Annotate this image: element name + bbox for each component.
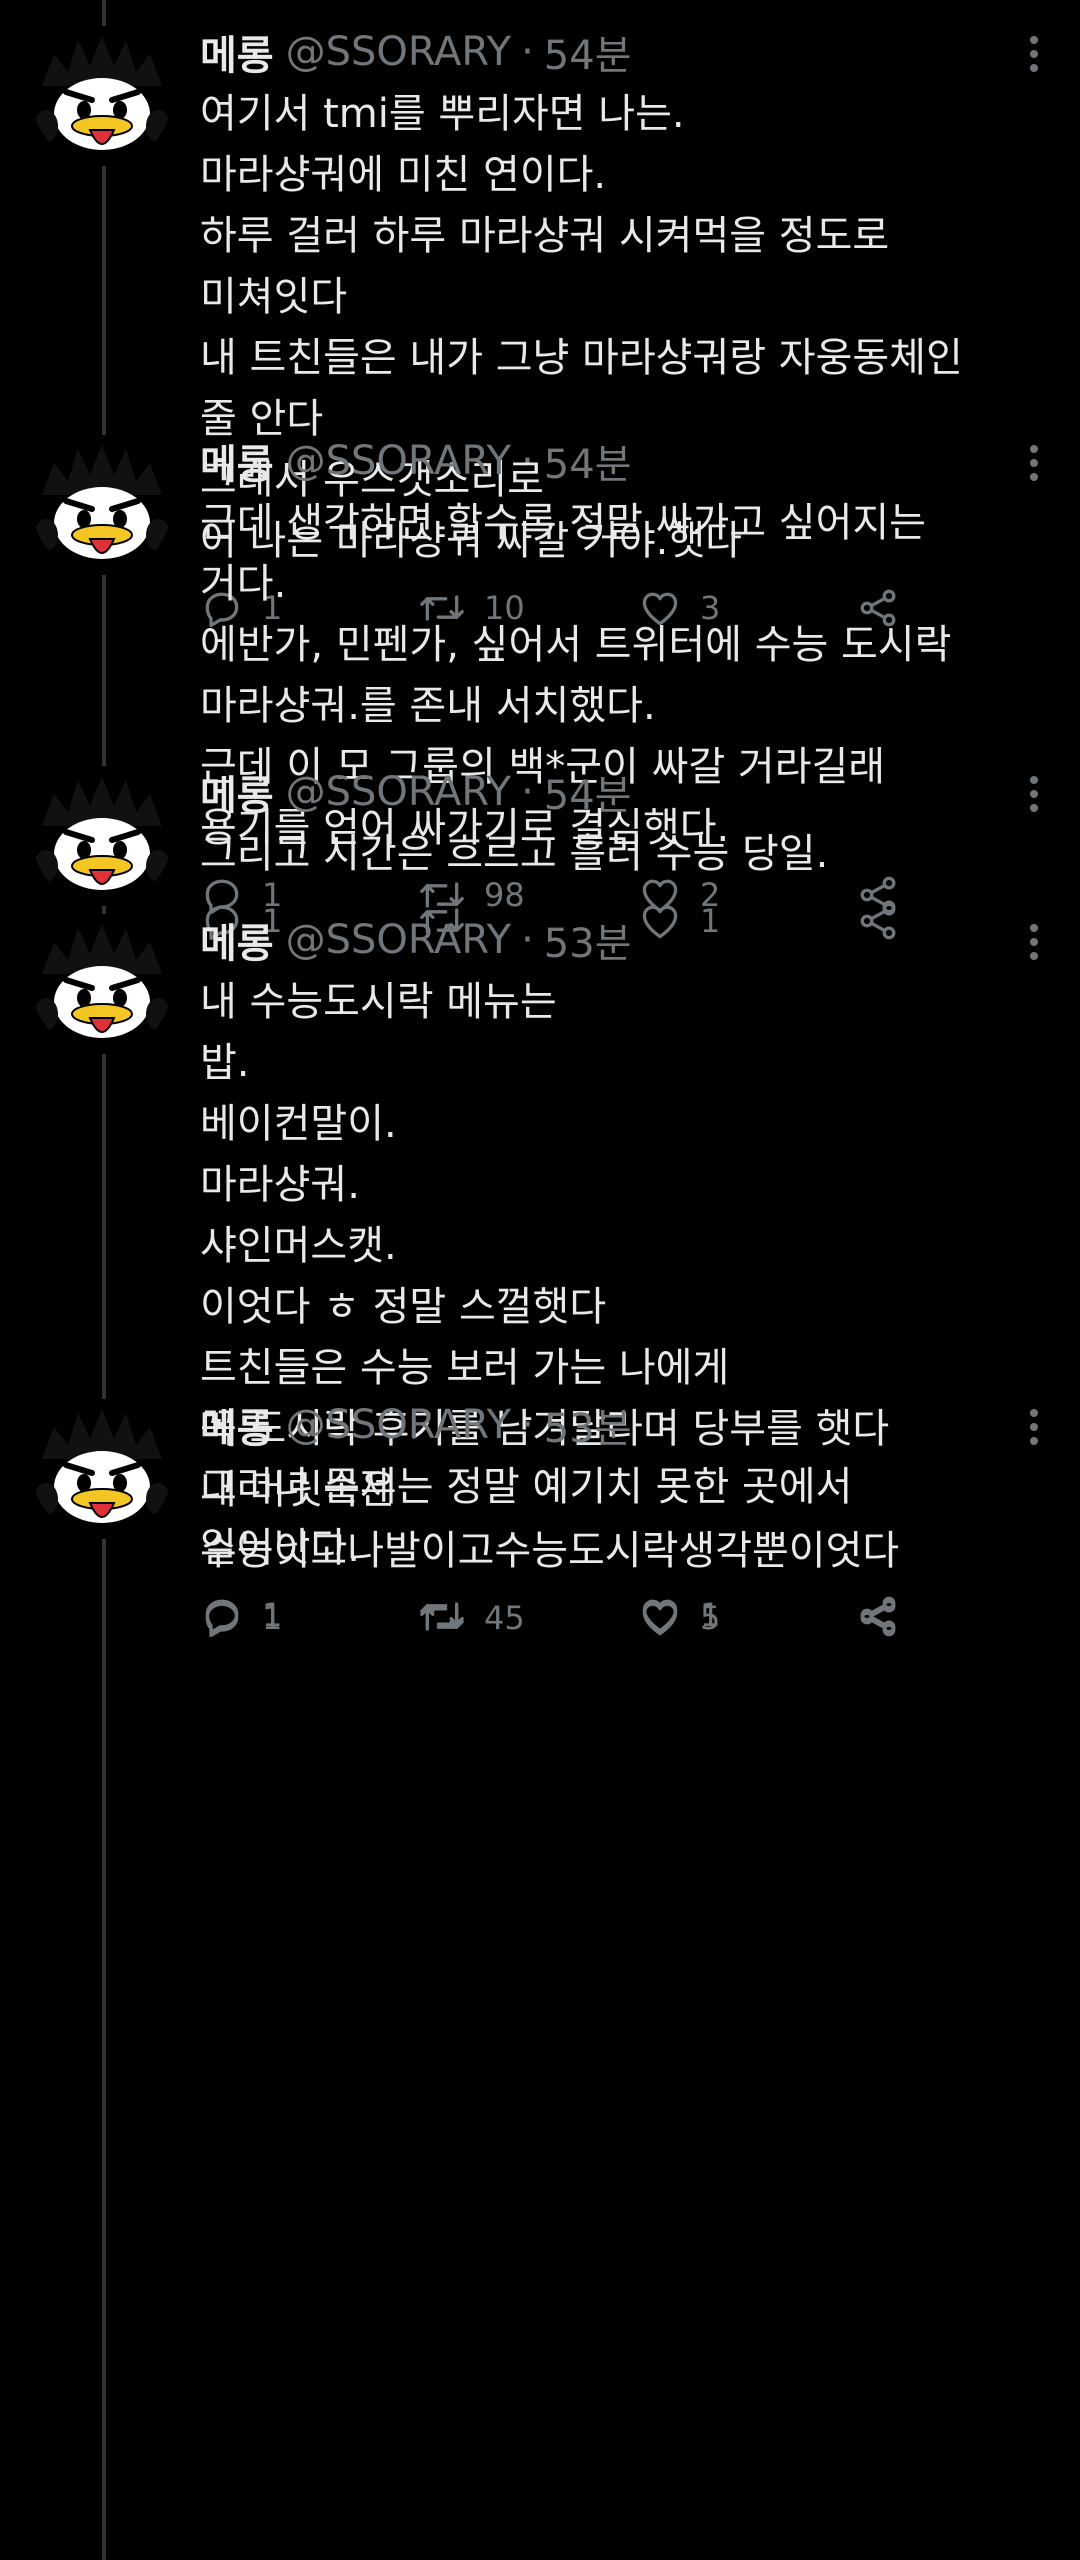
separator-dot: · xyxy=(521,769,534,815)
tweet-actions: 1 1 xyxy=(200,1585,920,1645)
tweet-text-line: 내 트친들은 내가 그냥 마라샹궈랑 자웅동체인 xyxy=(200,335,963,381)
timestamp[interactable]: 53분 xyxy=(544,1396,632,1454)
tweet-text-line: 그러나 문제는 정말 예기치 못한 곳에서 xyxy=(200,1464,853,1510)
like-count: 1 xyxy=(700,902,721,940)
tweet-text-line: 미쳐잇다 xyxy=(200,274,348,320)
separator-dot: · xyxy=(521,1402,534,1448)
timestamp[interactable]: 53분 xyxy=(544,911,632,969)
display-name[interactable]: 메롱 xyxy=(200,1396,274,1454)
retweet-button[interactable] xyxy=(418,1585,484,1645)
more-options-icon[interactable] xyxy=(1028,445,1040,489)
tweet-text-line: 일어낫다. xyxy=(200,1525,360,1571)
separator-dot: · xyxy=(521,29,534,75)
share-button[interactable] xyxy=(856,1585,900,1645)
badtz-maru-avatar-icon xyxy=(32,1399,172,1539)
tweet-header: 메롱 @SSORARY · 54분 xyxy=(200,762,632,822)
display-name[interactable]: 메롱 xyxy=(200,432,274,490)
display-name[interactable]: 메롱 xyxy=(200,911,274,969)
tweet-text-line: 그리고 시간은 흐르고 흘러 수능 당일. xyxy=(200,831,829,877)
tweet-text-line: 마라샹궈.를 존내 서치했다. xyxy=(200,683,656,729)
tweet-text-line: 베이컨말이. xyxy=(200,1101,397,1147)
badtz-maru-avatar-icon xyxy=(32,914,172,1054)
more-options-icon[interactable] xyxy=(1028,1409,1040,1453)
timestamp[interactable]: 54분 xyxy=(544,23,632,81)
thread-line xyxy=(102,0,106,2560)
share-icon xyxy=(860,1596,896,1634)
tweet-text-line: 트친들은 수능 보러 가는 나에게 xyxy=(200,1345,730,1391)
tweet-text-line: 거다. xyxy=(200,561,287,607)
tweet-text-line: 마라샹궈. xyxy=(200,1162,360,1208)
avatar[interactable] xyxy=(32,435,172,575)
tweet-text: 그리고 시간은 흐르고 흘러 수능 당일. xyxy=(200,824,1060,885)
more-options-icon[interactable] xyxy=(1028,776,1040,820)
tweet-header: 메롱 @SSORARY · 54분 xyxy=(200,22,632,82)
like-count: 1 xyxy=(700,1596,721,1634)
username[interactable]: @SSORARY xyxy=(286,438,511,484)
tweet-header: 메롱 @SSORARY · 54분 xyxy=(200,431,632,491)
timestamp[interactable]: 54분 xyxy=(544,432,632,490)
share-button[interactable] xyxy=(856,891,900,951)
display-name[interactable]: 메롱 xyxy=(200,763,274,821)
tweet-text-line: 이엇다 ㅎ 정말 스껄햇다 xyxy=(200,1284,607,1330)
avatar[interactable] xyxy=(32,914,172,1054)
tweet-header: 메롱 @SSORARY · 53분 xyxy=(200,1395,632,1455)
reply-icon xyxy=(205,1599,239,1635)
tweet-text-line: 여기서 tmi를 뿌리자면 나는. xyxy=(200,91,685,137)
tweet-text-line: 에반가, 민펜가, 싶어서 트위터에 수능 도시락 xyxy=(200,622,952,668)
tweet-text-line: 내 수능도시락 메뉴는 xyxy=(200,979,557,1025)
display-name[interactable]: 메롱 xyxy=(200,23,274,81)
timestamp[interactable]: 54분 xyxy=(544,763,632,821)
more-options-icon[interactable] xyxy=(1028,924,1040,968)
tweet-text: 그러나 문제는 정말 예기치 못한 곳에서일어낫다. xyxy=(200,1457,1060,1579)
like-button[interactable]: 1 xyxy=(638,1585,720,1645)
avatar[interactable] xyxy=(32,766,172,906)
tweet-header: 메롱 @SSORARY · 53분 xyxy=(200,910,632,970)
reply-button[interactable]: 1 xyxy=(200,1585,282,1645)
share-icon xyxy=(860,902,896,940)
tweet-text-line: 하루 걸러 하루 마라샹궈 시켜먹을 정도로 xyxy=(200,213,890,259)
tweet-text-line: 근데 생각하면 할수록 정말 싸가고 싶어지는 xyxy=(200,500,926,546)
username[interactable]: @SSORARY xyxy=(286,29,511,75)
avatar[interactable] xyxy=(32,1399,172,1539)
retweet-icon xyxy=(420,1602,464,1628)
reply-count: 1 xyxy=(262,1596,283,1634)
heart-icon xyxy=(642,1599,678,1633)
username[interactable]: @SSORARY xyxy=(286,1402,511,1448)
username[interactable]: @SSORARY xyxy=(286,917,511,963)
badtz-maru-avatar-icon xyxy=(32,26,172,166)
more-options-icon[interactable] xyxy=(1028,36,1040,80)
avatar[interactable] xyxy=(32,26,172,166)
tweet-text-line: 마라샹궈에 미친 연이다. xyxy=(200,152,607,198)
tweet-text-line: 샤인머스캣. xyxy=(200,1223,397,1269)
badtz-maru-avatar-icon xyxy=(32,435,172,575)
like-button[interactable]: 1 xyxy=(638,891,720,951)
separator-dot: · xyxy=(521,438,534,484)
heart-icon xyxy=(642,905,678,939)
separator-dot: · xyxy=(521,917,534,963)
username[interactable]: @SSORARY xyxy=(286,769,511,815)
badtz-maru-avatar-icon xyxy=(32,766,172,906)
tweet-text-line: 밥. xyxy=(200,1040,250,1086)
